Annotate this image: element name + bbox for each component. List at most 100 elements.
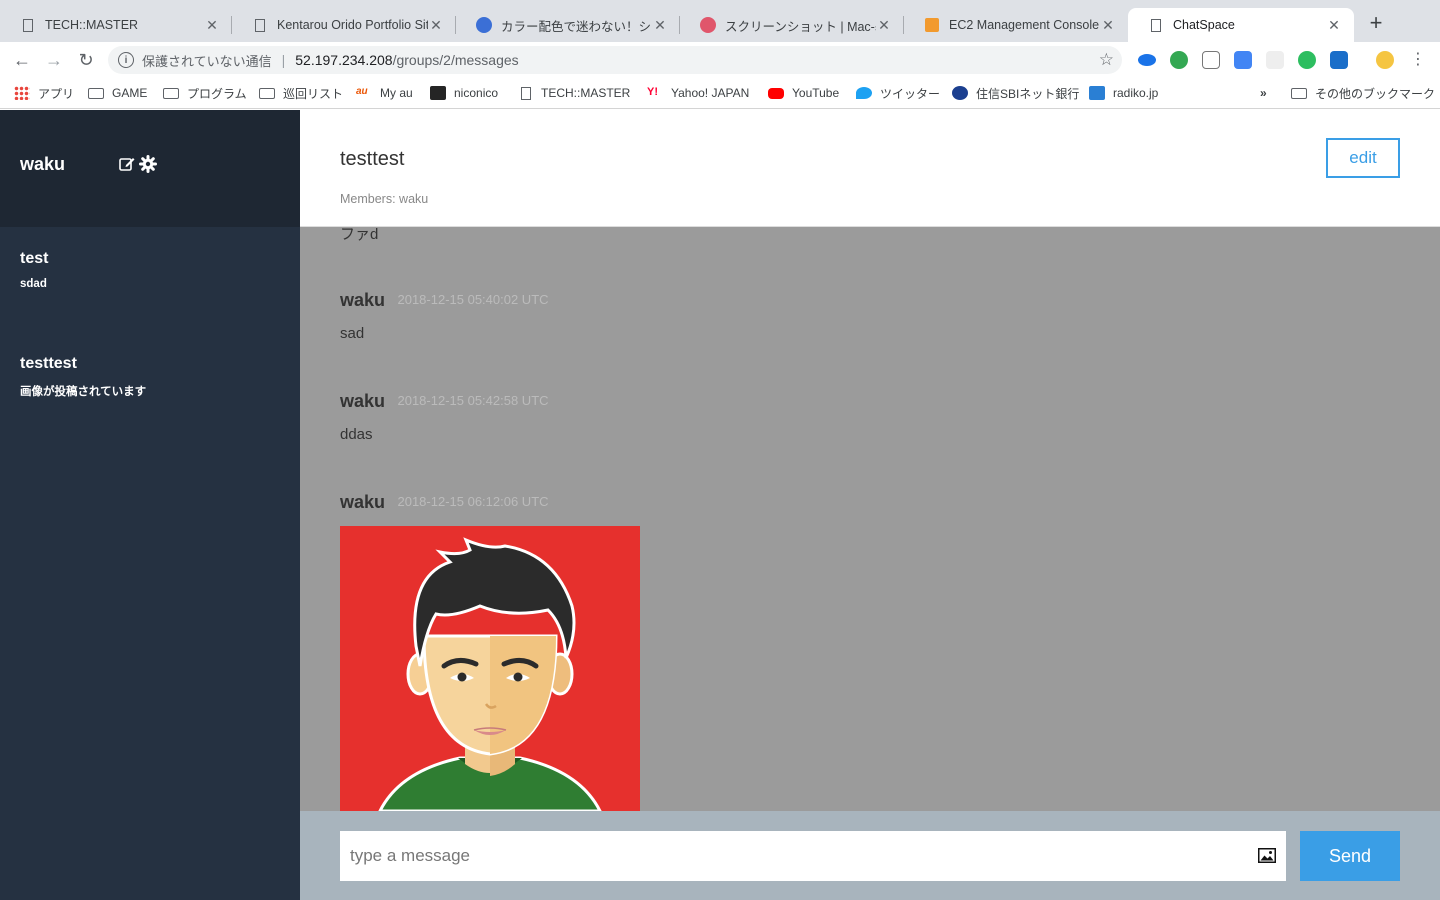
bookmarks-bar: アプリ GAME プログラム 巡回リスト au My au niconico T… xyxy=(0,78,1440,109)
url-text[interactable]: 52.197.234.208/groups/2/messages xyxy=(295,52,518,68)
bookmark-apps[interactable]: アプリ xyxy=(14,84,74,102)
group-list-item[interactable]: testtest 画像が投稿されています xyxy=(20,355,146,399)
sidebar: waku test sdad testtest 画像が投稿されています xyxy=(0,110,300,900)
bookmark-label: YouTube xyxy=(792,86,840,100)
folder-icon xyxy=(88,88,104,99)
message-text: ddas xyxy=(340,426,373,443)
bookmark-yahoo[interactable]: Y! Yahoo! JAPAN xyxy=(647,84,749,102)
edit-group-icon[interactable] xyxy=(118,155,136,173)
trello-extension-icon[interactable] xyxy=(1330,51,1348,69)
bookmark-myau[interactable]: au My au xyxy=(356,84,413,102)
translate-extension-icon[interactable] xyxy=(1234,51,1252,69)
download-extension-icon[interactable] xyxy=(1202,51,1220,69)
youtube-icon xyxy=(768,87,784,99)
bookmark-label: その他のブックマーク xyxy=(1315,86,1436,101)
bookmark-label: niconico xyxy=(454,86,499,100)
bank-icon xyxy=(952,86,968,100)
bookmark-folder-patrol[interactable]: 巡回リスト xyxy=(259,84,343,102)
browser-tab[interactable]: EC2 Management Console ✕ xyxy=(904,8,1128,42)
page-icon xyxy=(1148,17,1164,33)
message-timestamp: 2018-12-15 06:12:06 UTC xyxy=(397,494,549,509)
tab-title: ChatSpace xyxy=(1173,18,1235,32)
url-host: 52.197.234.208 xyxy=(295,52,393,68)
cloud-extension-icon[interactable] xyxy=(1138,54,1156,66)
current-user-name: waku xyxy=(20,154,66,174)
tab-title: カラー配色で迷わない！シーン別 xyxy=(501,19,652,34)
browser-tab[interactable]: Kentarou Orido Portfolio Site ✕ xyxy=(232,8,456,42)
group-name: test xyxy=(20,250,49,267)
bookmark-folder-game[interactable]: GAME xyxy=(88,84,147,102)
bookmark-niconico[interactable]: niconico xyxy=(430,84,498,102)
profile-avatar-icon[interactable] xyxy=(1376,51,1394,69)
site-favicon-icon xyxy=(476,17,492,33)
group-list-item[interactable]: test sdad xyxy=(20,250,48,290)
chatspace-app: waku test sdad testtest 画像が投稿されています test… xyxy=(0,110,1440,900)
radiko-icon xyxy=(1089,86,1105,100)
bookmark-twitter[interactable]: ツイッター xyxy=(856,84,940,102)
menu-kebab-icon[interactable]: ⋮ xyxy=(1406,48,1430,72)
browser-tab[interactable]: TECH::MASTER ✕ xyxy=(0,8,232,42)
bookmark-label: radiko.jp xyxy=(1113,86,1159,100)
browser-tab-active[interactable]: ChatSpace ✕ xyxy=(1128,8,1354,42)
bookmark-label: TECH::MASTER xyxy=(541,86,631,100)
page-icon xyxy=(20,17,36,33)
avatar-illustration xyxy=(340,526,640,811)
message-input[interactable] xyxy=(340,831,1240,881)
bookmark-label: プログラム xyxy=(187,86,247,101)
edit-group-button[interactable]: edit xyxy=(1326,138,1400,178)
aws-cube-icon xyxy=(924,17,940,33)
close-icon[interactable]: ✕ xyxy=(1326,17,1342,34)
message: waku 2018-12-15 05:42:58 UTC ddas xyxy=(340,391,549,443)
bookmarks-overflow-button[interactable]: » xyxy=(1260,84,1267,102)
tc-extension-icon[interactable] xyxy=(1266,51,1284,69)
close-icon[interactable]: ✕ xyxy=(652,17,668,34)
browser-tab[interactable]: カラー配色で迷わない！シーン別 ✕ xyxy=(456,8,680,42)
bookmark-youtube[interactable]: YouTube xyxy=(768,84,839,102)
gear-icon[interactable] xyxy=(139,155,157,173)
bookmark-sbi-bank[interactable]: 住信SBIネット銀行 xyxy=(952,84,1079,102)
message-user: waku xyxy=(340,391,386,411)
evernote-extension-icon[interactable] xyxy=(1298,51,1316,69)
members-list: Members: waku xyxy=(340,192,429,206)
close-icon[interactable]: ✕ xyxy=(876,17,892,34)
tab-title: EC2 Management Console xyxy=(949,18,1100,32)
browser-tab-strip: TECH::MASTER ✕ Kentarou Orido Portfolio … xyxy=(0,0,1440,42)
bookmark-label: アプリ xyxy=(38,86,75,101)
tab-title: TECH::MASTER xyxy=(45,18,139,32)
message-partial: ファd xyxy=(340,227,378,244)
close-icon[interactable]: ✕ xyxy=(1100,17,1116,34)
close-icon[interactable]: ✕ xyxy=(204,17,220,34)
bookmark-other-folder[interactable]: その他のブックマーク xyxy=(1291,84,1435,102)
back-arrow-icon[interactable]: ← xyxy=(10,48,34,72)
bookmark-radiko[interactable]: radiko.jp xyxy=(1089,84,1158,102)
tab-title: Kentarou Orido Portfolio Site xyxy=(277,18,428,32)
bookmark-star-icon[interactable]: ☆ xyxy=(1099,50,1114,70)
twitter-icon xyxy=(856,87,872,99)
security-label: 保護されていない通信 xyxy=(142,53,272,69)
browser-tab[interactable]: スクリーンショット | Mac-基本 ✕ xyxy=(680,8,904,42)
chat-header: testtest Members: waku edit xyxy=(300,110,1440,227)
forward-arrow-icon[interactable]: → xyxy=(42,48,66,72)
page-icon xyxy=(521,86,531,100)
message-text: sad xyxy=(340,325,365,342)
message-user: waku xyxy=(340,290,386,310)
bookmark-label: ツイッター xyxy=(880,86,941,101)
close-icon[interactable]: ✕ xyxy=(428,17,444,34)
yahoo-icon: Y! xyxy=(647,86,658,98)
site-favicon-icon xyxy=(700,17,716,33)
new-tab-button[interactable]: + xyxy=(1364,12,1388,36)
message: waku 2018-12-15 05:40:02 UTC sad xyxy=(340,290,549,342)
tab-title: スクリーンショット | Mac-基本 xyxy=(725,19,876,34)
message-timestamp: 2018-12-15 05:40:02 UTC xyxy=(397,292,549,307)
send-button[interactable]: Send xyxy=(1300,831,1400,881)
ublock-extension-icon[interactable] xyxy=(1170,51,1188,69)
reload-icon[interactable]: ↻ xyxy=(74,48,98,72)
image-upload-icon[interactable] xyxy=(1258,848,1276,863)
info-icon[interactable]: i xyxy=(118,52,134,68)
message-input-wrapper xyxy=(340,831,1286,881)
message-timestamp: 2018-12-15 05:42:58 UTC xyxy=(397,393,549,408)
bookmark-techmaster[interactable]: TECH::MASTER xyxy=(518,84,630,102)
messages-list[interactable]: ファd waku 2018-12-15 05:40:02 UTC sad wak… xyxy=(300,227,1440,811)
bookmark-folder-program[interactable]: プログラム xyxy=(163,84,247,102)
address-bar[interactable]: i 保護されていない通信 | 52.197.234.208/groups/2/m… xyxy=(108,46,1122,74)
